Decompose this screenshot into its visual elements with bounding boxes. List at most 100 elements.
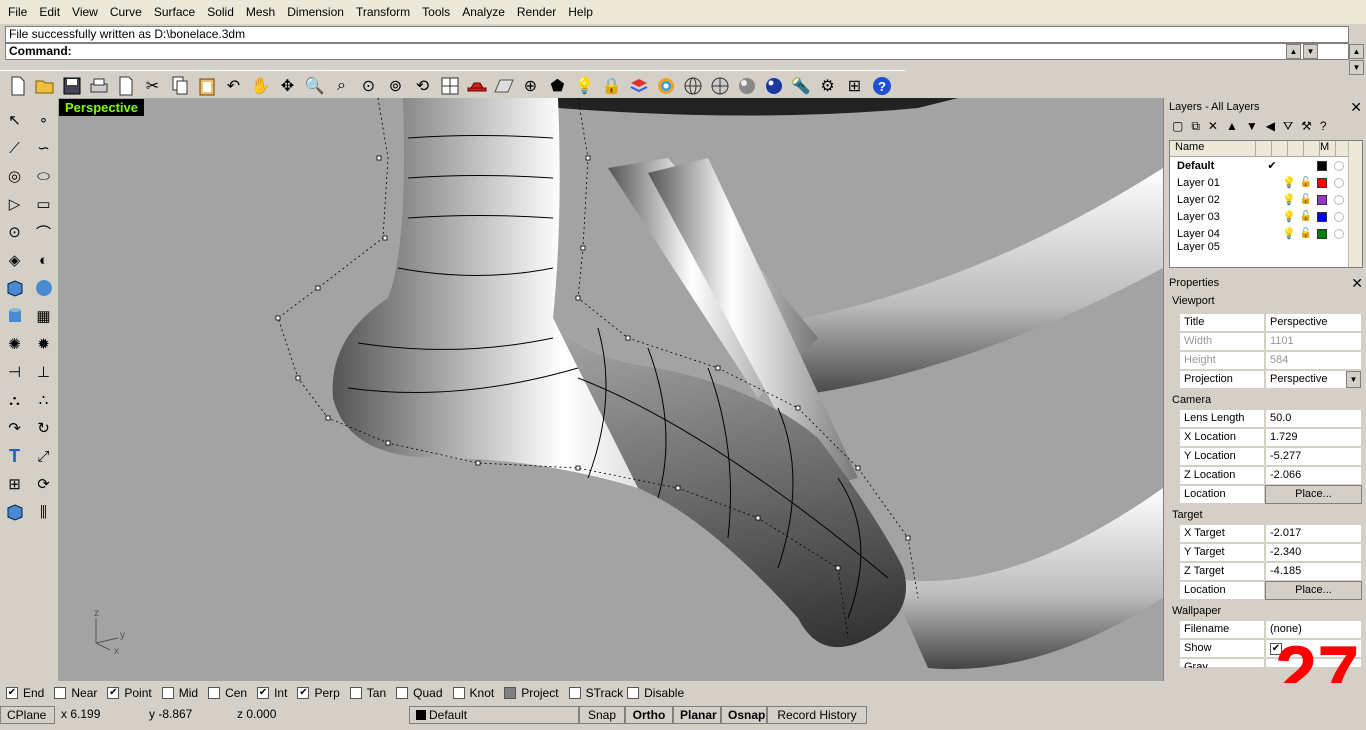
- osnap-knot[interactable]: Knot: [452, 686, 494, 700]
- wireframe-icon[interactable]: [679, 73, 706, 99]
- ellipse-icon[interactable]: ⬭: [29, 162, 58, 190]
- menu-solid[interactable]: Solid: [201, 0, 240, 24]
- layer-color-swatch[interactable]: [1317, 211, 1327, 222]
- lock-open-icon[interactable]: 🔓: [1298, 211, 1314, 222]
- grid-plane-icon[interactable]: [490, 73, 517, 99]
- menu-transform[interactable]: Transform: [350, 0, 416, 24]
- osnap-int[interactable]: ✔ Int: [257, 686, 287, 700]
- move-down-icon[interactable]: ▼: [1246, 119, 1258, 133]
- print-icon[interactable]: [85, 73, 112, 99]
- x-target-field[interactable]: -2.017: [1265, 524, 1362, 543]
- menu-analyze[interactable]: Analyze: [456, 0, 511, 24]
- osnap-near[interactable]: Near: [54, 686, 97, 700]
- visibility-bulb-icon[interactable]: 💡: [1280, 176, 1298, 189]
- place-camera-button[interactable]: Place...: [1265, 485, 1362, 504]
- text-icon[interactable]: T: [0, 442, 29, 470]
- help-icon[interactable]: ?: [868, 73, 895, 99]
- layer-material-icon[interactable]: [1334, 177, 1344, 188]
- move-out-icon[interactable]: ◀: [1266, 119, 1275, 133]
- osnap-quad[interactable]: Quad: [396, 686, 443, 700]
- surface-corner-icon[interactable]: ◈: [0, 246, 29, 274]
- group-icon[interactable]: ⛬: [0, 386, 29, 414]
- history-up-button[interactable]: ▲: [1286, 44, 1301, 59]
- name-column-header[interactable]: Name: [1170, 141, 1256, 156]
- zoom-window-icon[interactable]: ⌕: [328, 73, 355, 99]
- layer-row[interactable]: Layer 02 💡 🔓: [1170, 191, 1362, 208]
- new-layer-icon[interactable]: ▢: [1172, 119, 1183, 133]
- z-target-field[interactable]: -4.185: [1265, 562, 1362, 581]
- osnap-point[interactable]: ✔ Point: [107, 686, 152, 700]
- y-location-field[interactable]: -5.277: [1265, 447, 1362, 466]
- layer-stack-icon[interactable]: [625, 73, 652, 99]
- menu-render[interactable]: Render: [511, 0, 562, 24]
- explode-icon[interactable]: ✹: [29, 330, 58, 358]
- scroll-up-button[interactable]: ▲: [1349, 44, 1364, 59]
- z-location-field[interactable]: -2.066: [1265, 466, 1362, 485]
- rendered-sphere-icon[interactable]: [760, 73, 787, 99]
- select-arrow-icon[interactable]: ↖: [0, 106, 29, 134]
- mesh-icon[interactable]: ▦: [29, 302, 58, 330]
- new-sublayer-icon[interactable]: ⧉: [1191, 119, 1200, 134]
- cplane-indicator[interactable]: CPlane: [0, 706, 55, 724]
- close-icon[interactable]: ✕: [1350, 98, 1362, 116]
- visibility-bulb-icon[interactable]: 💡: [1280, 227, 1298, 240]
- delete-layer-icon[interactable]: ✕: [1208, 119, 1218, 133]
- layer-material-icon[interactable]: [1334, 228, 1344, 239]
- save-icon[interactable]: [58, 73, 85, 99]
- layer-material-icon[interactable]: [1334, 160, 1344, 171]
- current-layer-pane[interactable]: Default: [409, 706, 579, 724]
- filter-icon[interactable]: ⛛: [1283, 119, 1293, 134]
- arc-center-icon[interactable]: ⊙: [0, 218, 29, 246]
- fillet-icon[interactable]: ↷: [0, 414, 29, 442]
- scale-icon[interactable]: ⤢: [29, 442, 58, 470]
- title-field[interactable]: Perspective: [1265, 313, 1362, 332]
- history-down-button[interactable]: ▼: [1303, 44, 1318, 59]
- snap-toggle[interactable]: Snap: [579, 706, 625, 724]
- trim-icon[interactable]: ⊣: [0, 358, 29, 386]
- layer-color-swatch[interactable]: [1317, 160, 1327, 171]
- chevron-down-icon[interactable]: ▼: [1346, 371, 1361, 388]
- perspective-viewport[interactable]: Perspective z y x: [58, 98, 1163, 681]
- place-target-button[interactable]: Place...: [1265, 581, 1362, 600]
- offset-icon[interactable]: ↻: [29, 414, 58, 442]
- rotate-icon[interactable]: ⟳: [29, 470, 58, 498]
- polygon-icon[interactable]: ▷: [0, 190, 29, 218]
- lock-open-icon[interactable]: 🔓: [1298, 194, 1314, 205]
- osnap-disable[interactable]: Disable: [627, 686, 684, 700]
- split-icon[interactable]: ⊥: [29, 358, 58, 386]
- cut-icon[interactable]: ✂: [139, 73, 166, 99]
- command-input[interactable]: Command: ▲ ▼: [5, 43, 1349, 60]
- array-icon[interactable]: ⊞: [0, 470, 29, 498]
- zoom-selected-icon[interactable]: ⊚: [382, 73, 409, 99]
- tools-icon[interactable]: ⚒: [1301, 119, 1312, 133]
- layer-help-icon[interactable]: ?: [1320, 119, 1327, 133]
- lock-open-icon[interactable]: 🔓: [1298, 177, 1314, 188]
- layer-color-swatch[interactable]: [1317, 194, 1327, 205]
- gear-icon[interactable]: ⚙: [814, 73, 841, 99]
- viewport-title[interactable]: Perspective: [59, 99, 144, 116]
- surface-loft-icon[interactable]: ◐: [29, 246, 58, 274]
- layer-row[interactable]: Layer 01 💡 🔓: [1170, 174, 1362, 191]
- menu-edit[interactable]: Edit: [33, 0, 66, 24]
- scroll-down-button[interactable]: ▼: [1349, 60, 1364, 75]
- move-up-icon[interactable]: ▲: [1226, 119, 1238, 133]
- planar-toggle[interactable]: Planar: [673, 706, 721, 724]
- color-wheel-icon[interactable]: [652, 73, 679, 99]
- sphere-solid-icon[interactable]: [29, 274, 58, 302]
- four-viewports-icon[interactable]: [436, 73, 463, 99]
- pan-hand-icon[interactable]: ✋: [247, 73, 274, 99]
- light-bulb-icon[interactable]: 💡: [571, 73, 598, 99]
- m-column-header[interactable]: M: [1320, 141, 1336, 156]
- undo-view-icon[interactable]: ⟲: [409, 73, 436, 99]
- menu-help[interactable]: Help: [562, 0, 599, 24]
- lock-icon[interactable]: 🔒: [598, 73, 625, 99]
- menu-mesh[interactable]: Mesh: [240, 0, 281, 24]
- menu-dimension[interactable]: Dimension: [281, 0, 350, 24]
- layer-row[interactable]: Layer 03 💡 🔓: [1170, 208, 1362, 225]
- copy-icon[interactable]: [166, 73, 193, 99]
- menu-surface[interactable]: Surface: [148, 0, 201, 24]
- menu-tools[interactable]: Tools: [416, 0, 456, 24]
- point-icon[interactable]: ∘: [29, 106, 58, 134]
- x-location-field[interactable]: 1.729: [1265, 428, 1362, 447]
- box-solid-icon[interactable]: [0, 274, 29, 302]
